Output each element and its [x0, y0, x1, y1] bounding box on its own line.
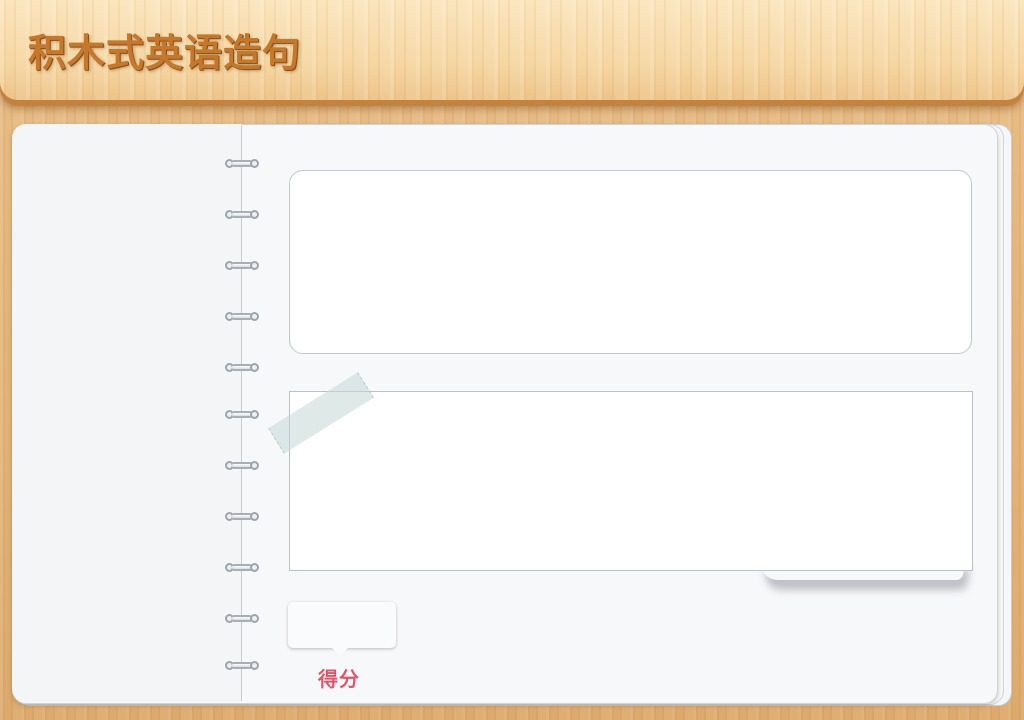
notebook-left-page	[12, 124, 242, 702]
header-board: 积木式英语造句	[0, 0, 1024, 100]
binding-ring	[225, 311, 259, 323]
binding-ring	[225, 562, 259, 574]
binding-ring	[225, 209, 259, 221]
binding-ring	[225, 613, 259, 625]
binding-ring	[225, 409, 259, 421]
score-bubble	[288, 602, 396, 656]
word-block-panel[interactable]	[289, 391, 973, 571]
binding-ring	[225, 460, 259, 472]
binding-ring	[225, 362, 259, 374]
binding-ring	[225, 660, 259, 672]
binding-ring	[225, 260, 259, 272]
binding-ring	[225, 511, 259, 523]
binding-ring	[225, 158, 259, 170]
app-title: 积木式英语造句	[28, 30, 302, 75]
score-label: 得分	[318, 667, 360, 691]
sentence-panel[interactable]	[289, 170, 972, 354]
